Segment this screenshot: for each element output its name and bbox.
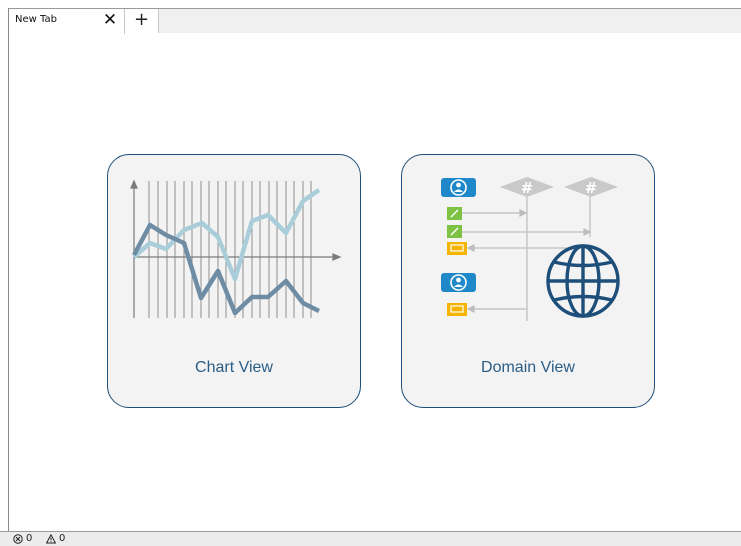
tab-title: New Tab	[15, 14, 57, 25]
tab-new-tab[interactable]: New Tab ✕	[9, 9, 125, 34]
error-circle-icon	[13, 533, 23, 544]
hash-node-icon: #	[500, 177, 554, 197]
user-badge-icon	[441, 273, 476, 292]
warning-triangle-icon	[46, 533, 56, 543]
domain-view-card[interactable]: # # Domain View	[401, 154, 655, 408]
error-count-value: 0	[26, 533, 33, 544]
log-icon	[447, 303, 467, 316]
chart-view-label: Chart View	[195, 359, 273, 376]
svg-text:#: #	[521, 179, 534, 197]
edit-icon	[447, 207, 462, 220]
user-badge-icon	[441, 178, 476, 197]
warning-count-value: 0	[59, 533, 66, 544]
globe-icon	[546, 244, 620, 318]
new-tab-button[interactable]: +	[125, 9, 159, 33]
status-bar: 0 0	[0, 531, 741, 546]
error-count[interactable]: 0	[13, 533, 32, 544]
close-icon[interactable]: ✕	[100, 10, 120, 30]
edit-icon	[447, 225, 462, 238]
hash-node-icon: #	[564, 177, 618, 197]
svg-text:#: #	[585, 179, 598, 197]
chart-view-card[interactable]: Chart View	[107, 154, 361, 408]
log-icon	[447, 242, 467, 255]
warning-count[interactable]: 0	[46, 533, 65, 544]
window-left-border	[8, 8, 9, 531]
domain-view-label: Domain View	[481, 359, 575, 376]
window: New Tab ✕ + Chart View # # Domain View 0…	[0, 0, 741, 546]
